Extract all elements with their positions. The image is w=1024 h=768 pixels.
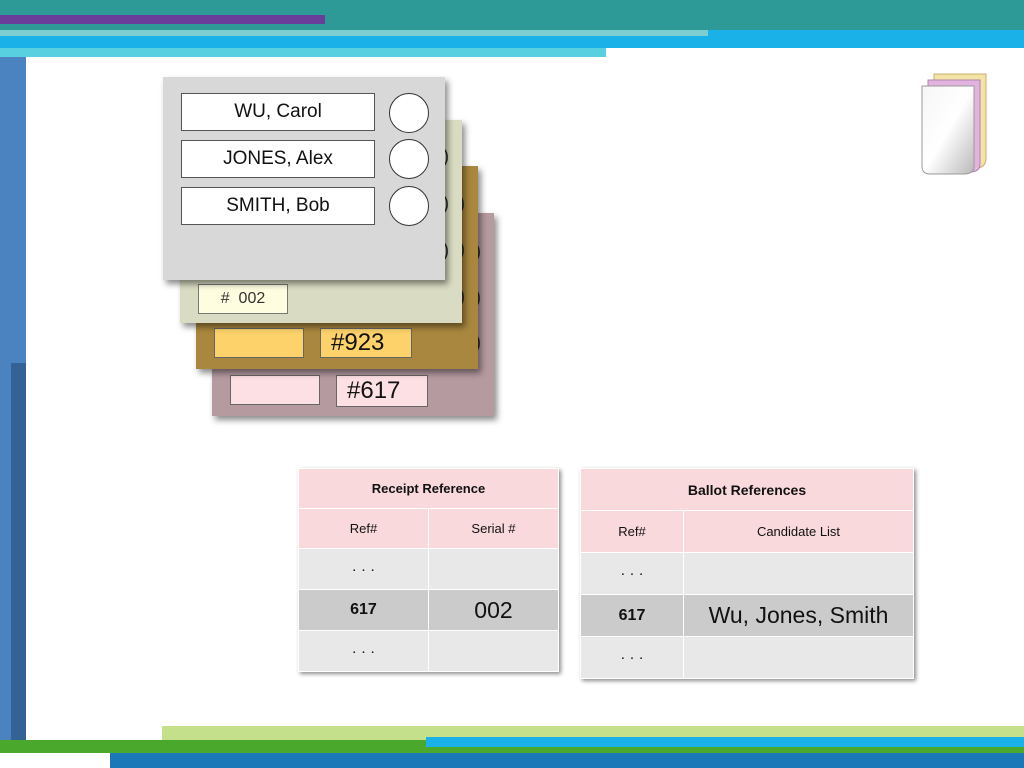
top-lightcyan-bar: [0, 48, 606, 57]
ballot-col-ref: Ref#: [580, 510, 684, 553]
bottom-blue-bar: [110, 753, 1024, 768]
candidate-jones: JONES, Alex: [181, 140, 375, 178]
ballot-col-candidates: Candidate List: [683, 510, 914, 553]
receipt-cell: [427, 630, 560, 672]
receipt-reference-table: Receipt Reference Ref# Serial # · · · 61…: [298, 468, 560, 672]
left-darkblue-bar: [11, 363, 26, 740]
stacked-pages-icon: [918, 70, 990, 178]
ballot-references-table: Ballot References Ref# Candidate List · …: [580, 468, 914, 679]
receipt-cell-serial-002: 002: [427, 589, 560, 631]
receipt-cell-ref-617: 617: [298, 589, 429, 631]
receipt-col-serial: Serial #: [427, 508, 560, 549]
vote-circle-jones[interactable]: [389, 139, 429, 179]
receipt-col-ref: Ref#: [298, 508, 429, 549]
candidate-wu: WU, Carol: [181, 93, 375, 131]
blank-slot: [214, 328, 304, 358]
ballot-cell: [683, 552, 914, 595]
vote-circle-wu[interactable]: [389, 93, 429, 133]
ballot-card-front: WU, Carol JONES, Alex SMITH, Bob: [163, 77, 445, 280]
blank-slot: [230, 375, 320, 405]
ballot-cell: · · ·: [580, 636, 684, 679]
ballot-cell-candidate-list: Wu, Jones, Smith: [683, 594, 914, 637]
vote-circle-smith[interactable]: [389, 186, 429, 226]
receipt-cell: · · ·: [298, 630, 429, 672]
ballot-cell: · · ·: [580, 552, 684, 595]
top-cyan-bar: [0, 30, 708, 36]
serial-number-617: #617: [336, 375, 428, 407]
serial-number-923: #923: [320, 328, 412, 358]
receipt-table-title: Receipt Reference: [298, 468, 559, 509]
ballot-cell-ref-617: 617: [580, 594, 684, 637]
receipt-cell: · · ·: [298, 548, 429, 590]
serial-number-002: # 002: [198, 284, 288, 314]
candidate-smith: SMITH, Bob: [181, 187, 375, 225]
ballot-table-title: Ballot References: [580, 468, 914, 511]
receipt-cell: [427, 548, 560, 590]
bottom-cyan-bar: [426, 737, 1024, 747]
top-purple-bar: [0, 15, 325, 24]
ballot-cell: [683, 636, 914, 679]
